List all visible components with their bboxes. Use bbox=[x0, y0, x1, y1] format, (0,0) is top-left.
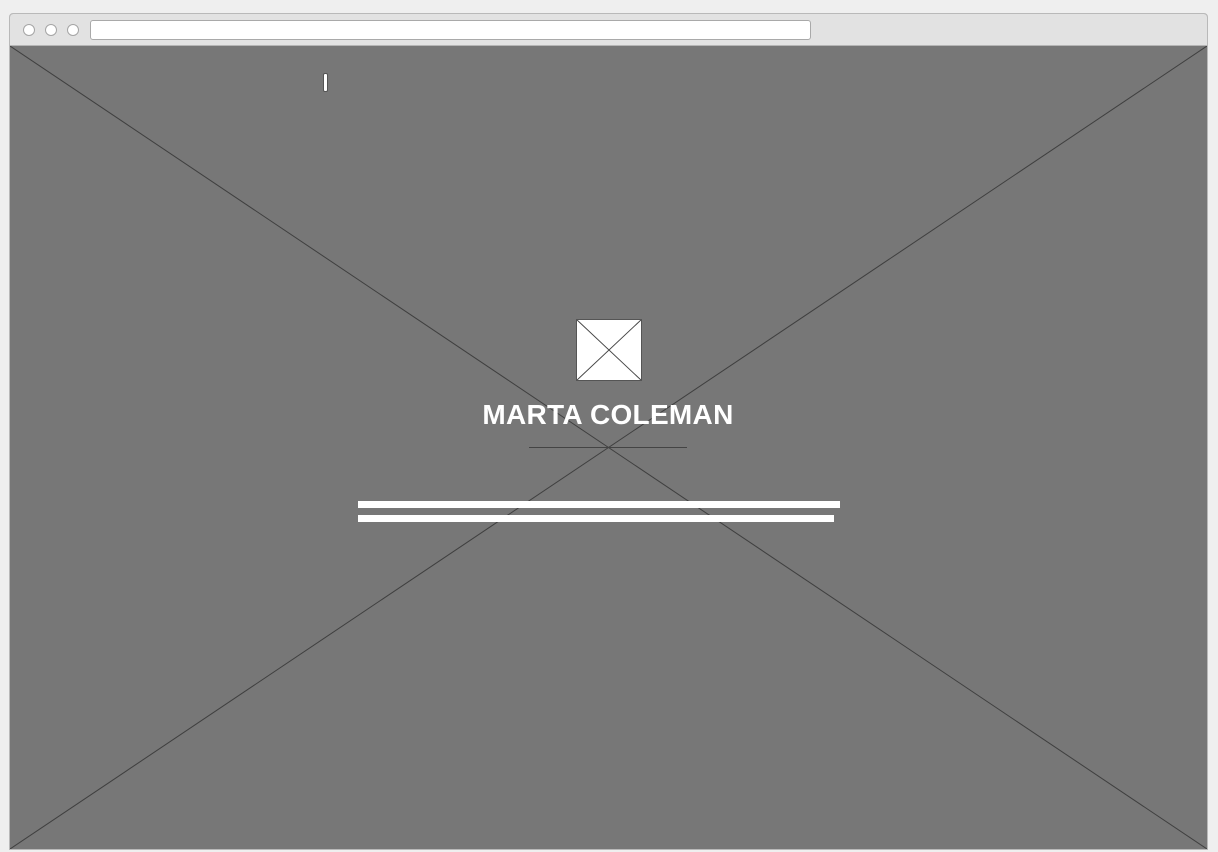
browser-titlebar bbox=[10, 14, 1207, 46]
description-text-line bbox=[358, 501, 840, 508]
description-text-line bbox=[358, 515, 834, 522]
name-divider bbox=[529, 447, 687, 448]
maximize-window-button[interactable] bbox=[67, 24, 79, 36]
avatar-image-placeholder bbox=[576, 319, 642, 381]
address-bar[interactable] bbox=[90, 20, 811, 40]
hero-name-heading: MARTA COLEMAN bbox=[482, 399, 734, 430]
minimize-window-button[interactable] bbox=[45, 24, 57, 36]
page-viewport: MARTA COLEMAN bbox=[10, 46, 1207, 849]
text-cursor-marker bbox=[323, 73, 328, 92]
close-window-button[interactable] bbox=[23, 24, 35, 36]
browser-window: MARTA COLEMAN bbox=[9, 13, 1208, 850]
